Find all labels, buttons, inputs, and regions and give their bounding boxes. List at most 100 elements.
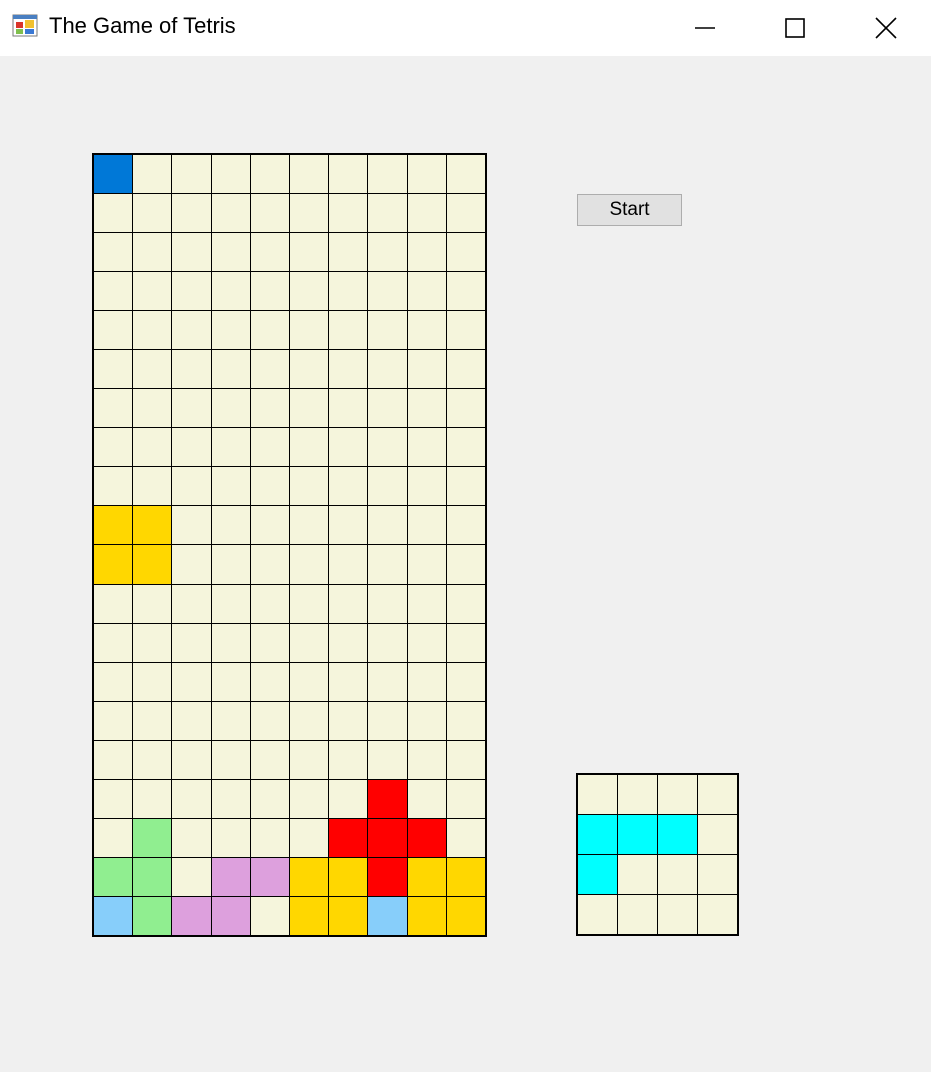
title-bar[interactable]: The Game of Tetris xyxy=(0,0,931,56)
board-cell-empty xyxy=(211,623,250,662)
board-cell-empty xyxy=(94,350,133,389)
preview-cell-empty xyxy=(698,775,737,814)
board-cell-empty xyxy=(446,155,485,194)
board-cell-empty xyxy=(407,623,446,662)
board-cell-empty xyxy=(407,350,446,389)
close-button[interactable] xyxy=(841,0,931,56)
preview-cell-empty xyxy=(658,855,697,894)
maximize-icon xyxy=(785,18,805,38)
board-cell-empty xyxy=(211,818,250,857)
board-cell-empty xyxy=(94,740,133,779)
minimize-button[interactable] xyxy=(660,0,750,56)
board-cell-empty xyxy=(133,623,172,662)
board-cell-empty xyxy=(133,194,172,233)
window-title: The Game of Tetris xyxy=(49,13,236,38)
board-cell-empty xyxy=(172,311,211,350)
board-cell-empty xyxy=(133,272,172,311)
preview-cell-filled xyxy=(578,855,617,894)
board-cell-empty xyxy=(446,272,485,311)
board-cell-empty xyxy=(94,233,133,272)
board-cell-empty xyxy=(446,350,485,389)
board-cell-empty xyxy=(133,350,172,389)
board-cell-filled xyxy=(407,857,446,896)
board-cell-empty xyxy=(290,506,329,545)
board-cell-empty xyxy=(329,623,368,662)
board-cell-empty xyxy=(329,428,368,467)
board-cell-empty xyxy=(172,506,211,545)
board-cell-empty xyxy=(94,467,133,506)
board-cell-empty xyxy=(211,311,250,350)
preview-cell-empty xyxy=(698,815,737,854)
board-cell-empty xyxy=(407,584,446,623)
board-cell-empty xyxy=(368,623,407,662)
start-button[interactable]: Start xyxy=(577,194,682,226)
minimize-icon xyxy=(695,27,715,29)
board-cell-empty xyxy=(329,467,368,506)
next-piece-preview xyxy=(576,773,739,936)
board-cell-empty xyxy=(407,467,446,506)
board-cell-empty xyxy=(368,740,407,779)
board-cell-empty xyxy=(133,311,172,350)
board-cell-empty xyxy=(446,662,485,701)
board-cell-empty xyxy=(329,662,368,701)
board-cell-filled xyxy=(94,155,133,194)
board-cell-empty xyxy=(172,272,211,311)
board-cell-empty xyxy=(172,662,211,701)
board-cell-empty xyxy=(368,155,407,194)
board-cell-filled xyxy=(133,818,172,857)
preview-cell-empty xyxy=(578,895,617,934)
board-cell-empty xyxy=(407,545,446,584)
board-cell-empty xyxy=(133,155,172,194)
board-cell-empty xyxy=(172,701,211,740)
game-board[interactable] xyxy=(92,153,487,937)
board-cell-empty xyxy=(368,272,407,311)
board-cell-empty xyxy=(407,506,446,545)
preview-cell-empty xyxy=(698,855,737,894)
board-cell-empty xyxy=(407,389,446,428)
board-cell-filled xyxy=(133,545,172,584)
board-cell-empty xyxy=(290,740,329,779)
board-cell-empty xyxy=(368,701,407,740)
board-cell-empty xyxy=(211,467,250,506)
board-cell-empty xyxy=(94,311,133,350)
board-cell-empty xyxy=(211,350,250,389)
board-cell-filled xyxy=(94,545,133,584)
board-cell-empty xyxy=(172,857,211,896)
board-cell-filled xyxy=(329,896,368,935)
board-cell-empty xyxy=(290,155,329,194)
maximize-button[interactable] xyxy=(750,0,840,56)
board-cell-empty xyxy=(329,311,368,350)
close-icon xyxy=(875,17,897,39)
board-cell-empty xyxy=(172,350,211,389)
board-cell-empty xyxy=(211,584,250,623)
board-cell-filled xyxy=(211,896,250,935)
board-cell-empty xyxy=(172,233,211,272)
board-cell-empty xyxy=(211,740,250,779)
board-cell-empty xyxy=(250,701,289,740)
board-cell-filled xyxy=(133,857,172,896)
board-cell-empty xyxy=(446,623,485,662)
board-cell-empty xyxy=(94,662,133,701)
preview-cell-empty xyxy=(618,895,657,934)
board-cell-empty xyxy=(407,194,446,233)
board-cell-empty xyxy=(368,311,407,350)
board-cell-empty xyxy=(446,428,485,467)
board-cell-empty xyxy=(290,194,329,233)
board-cell-filled xyxy=(290,857,329,896)
board-cell-empty xyxy=(446,701,485,740)
board-cell-empty xyxy=(172,818,211,857)
board-cell-empty xyxy=(329,389,368,428)
board-cell-empty xyxy=(250,584,289,623)
board-cell-filled xyxy=(329,818,368,857)
board-cell-filled xyxy=(407,896,446,935)
board-cell-empty xyxy=(368,545,407,584)
board-cell-empty xyxy=(368,662,407,701)
board-cell-empty xyxy=(172,740,211,779)
board-cell-filled xyxy=(133,896,172,935)
board-cell-empty xyxy=(250,740,289,779)
board-cell-empty xyxy=(94,701,133,740)
board-cell-empty xyxy=(290,233,329,272)
board-cell-empty xyxy=(290,662,329,701)
board-cell-empty xyxy=(250,818,289,857)
board-cell-empty xyxy=(290,779,329,818)
